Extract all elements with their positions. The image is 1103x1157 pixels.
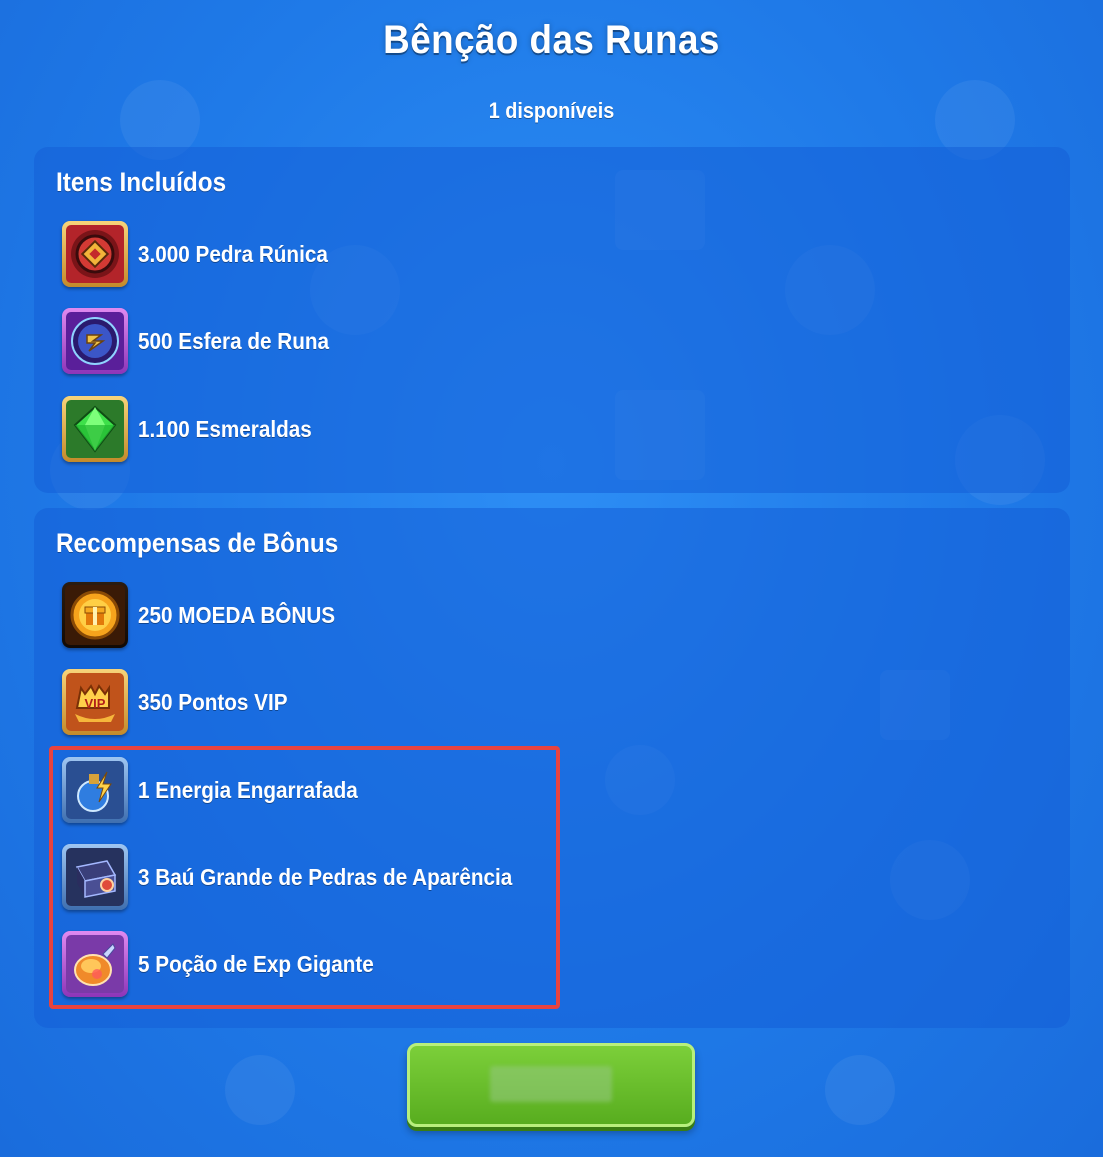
confirm-button[interactable] (407, 1043, 695, 1127)
item-label: 350 Pontos VIP (138, 688, 288, 715)
emerald-icon (62, 396, 128, 462)
list-item: 1.100 Esmeraldas (62, 394, 331, 464)
bonus-rewards-title: Recompensas de Bônus (56, 528, 339, 558)
item-label: 1.100 Esmeraldas (138, 415, 312, 442)
svg-text:VIP: VIP (85, 696, 106, 711)
page-title: Bênção das Runas (383, 18, 720, 62)
list-item: 500 Esfera de Runa (62, 306, 350, 376)
bonus-coin-icon (62, 582, 128, 648)
list-item: VIP 350 Pontos VIP (62, 667, 304, 737)
rune-stone-icon (62, 221, 128, 287)
blurred-label (490, 1066, 612, 1102)
availability-count: 1 disponíveis (488, 98, 615, 123)
item-label: 500 Esfera de Runa (138, 327, 329, 354)
item-label: 250 MOEDA BÔNUS (138, 601, 336, 628)
list-item: 250 MOEDA BÔNUS (62, 580, 357, 650)
list-item: 3.000 Pedra Rúnica (62, 219, 349, 289)
included-items-title: Itens Incluídos (56, 167, 227, 197)
vip-points-icon: VIP (62, 669, 128, 735)
rune-sphere-icon (62, 308, 128, 374)
highlight-box (49, 746, 560, 1009)
included-items-panel: Itens Incluídos 3.000 Pedra Rúnica 500 E… (34, 147, 1070, 493)
item-label: 3.000 Pedra Rúnica (138, 240, 328, 267)
